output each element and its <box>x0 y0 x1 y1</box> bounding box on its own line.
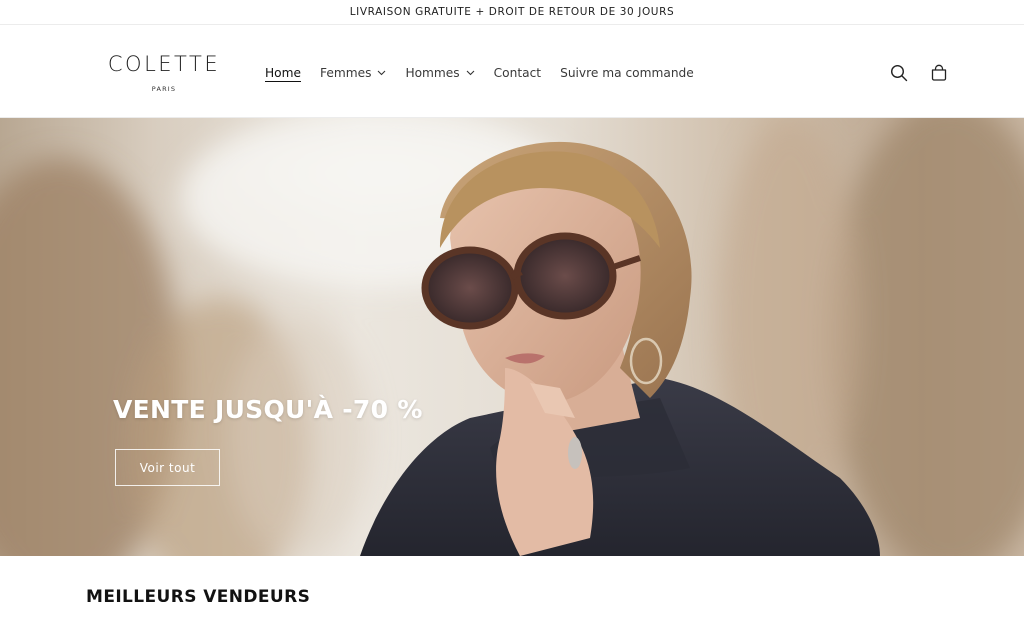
hero-banner: VENTE JUSQU'À -70 % Voir tout <box>0 118 1024 556</box>
chevron-down-icon <box>466 70 475 76</box>
site-header: COLETTE PARIS Home Femmes Hommes Contact… <box>0 24 1024 118</box>
announcement-bar: LIVRAISON GRATUITE + DROIT DE RETOUR DE … <box>0 0 1024 24</box>
nav-item-femmes[interactable]: Femmes <box>320 66 386 80</box>
nav-item-label: Home <box>265 66 301 80</box>
chevron-down-icon <box>378 70 386 76</box>
nav-item-label: Contact <box>493 66 542 80</box>
view-all-button[interactable]: Voir tout <box>115 449 220 486</box>
logo[interactable]: COLETTE PARIS <box>96 53 232 93</box>
cart-icon <box>931 64 947 81</box>
search-icon <box>890 64 908 82</box>
best-sellers-title: MEILLEURS VENDEURS <box>86 587 311 607</box>
nav-item-label: Hommes <box>405 66 460 80</box>
main-nav: Home Femmes Hommes Contact Suivre ma com… <box>265 61 713 85</box>
announcement-text: LIVRAISON GRATUITE + DROIT DE RETOUR DE … <box>349 6 675 18</box>
nav-item-track-order[interactable]: Suivre ma commande <box>560 66 694 80</box>
nav-item-contact[interactable]: Contact <box>494 66 541 80</box>
hero-content: VENTE JUSQU'À -70 % <box>113 395 423 424</box>
nav-item-label: Suivre ma commande <box>560 66 694 80</box>
header-icons <box>887 61 951 85</box>
hero-image <box>0 118 1024 556</box>
hero-title: VENTE JUSQU'À -70 % <box>113 395 423 424</box>
logo-city: PARIS <box>151 85 177 93</box>
nav-item-label: Femmes <box>320 66 372 80</box>
search-button[interactable] <box>887 61 911 85</box>
nav-item-home[interactable]: Home <box>265 66 301 80</box>
logo-brand: COLETTE <box>107 52 221 76</box>
nav-item-hommes[interactable]: Hommes <box>405 66 475 80</box>
cart-button[interactable] <box>927 61 951 85</box>
